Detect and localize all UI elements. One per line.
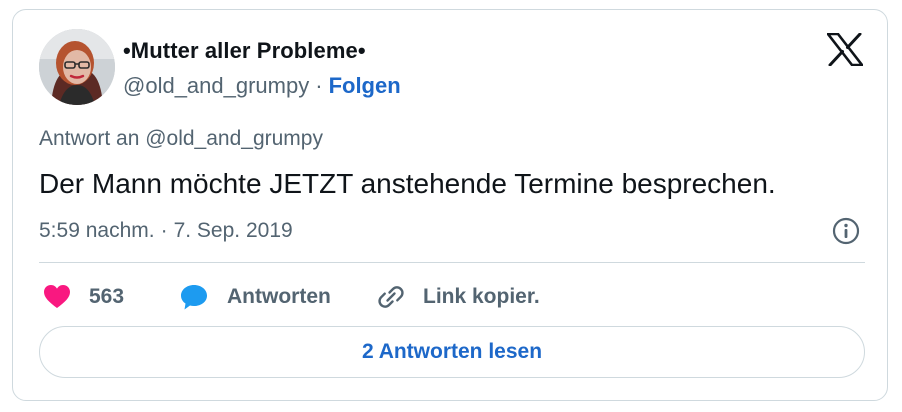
speech-bubble-icon — [179, 283, 209, 311]
tweet-timestamp[interactable]: 5:59 nachm. · 7. Sep. 2019 — [39, 219, 293, 243]
follow-button[interactable]: Folgen — [329, 73, 401, 98]
tweet-date: 7. Sep. 2019 — [173, 219, 293, 242]
tweet-text: Der Mann möchte JETZT anstehende Termine… — [39, 168, 776, 199]
like-button[interactable]: 563 — [43, 280, 124, 314]
read-replies-label: 2 Antworten lesen — [361, 340, 543, 363]
tweet-time: 5:59 nachm. — [39, 219, 155, 242]
link-icon — [377, 283, 405, 311]
copy-link-button[interactable]: Link kopier. — [377, 280, 540, 314]
read-replies-button[interactable]: 2 Antworten lesen — [39, 326, 865, 378]
meta-separator: · — [160, 219, 168, 242]
divider — [39, 262, 865, 263]
info-icon[interactable] — [831, 216, 861, 246]
avatar-image — [39, 29, 115, 105]
heart-icon — [43, 284, 71, 310]
author-handle-row: @old_and_grumpy · Folgen — [123, 73, 401, 99]
avatar[interactable] — [39, 29, 115, 105]
reply-to-label: Antwort an @old_and_grumpy — [39, 127, 323, 150]
author-handle[interactable]: @old_and_grumpy — [123, 73, 309, 98]
copy-link-label: Link kopier. — [423, 285, 540, 308]
reply-label: Antworten — [227, 285, 331, 308]
reply-button[interactable]: Antworten — [179, 280, 331, 314]
x-logo-icon[interactable] — [826, 32, 864, 67]
handle-separator: · — [315, 73, 323, 98]
like-count: 563 — [89, 285, 125, 308]
author-display-name[interactable]: •Mutter aller Probleme• — [123, 38, 366, 64]
tweet-card: •Mutter aller Probleme• @old_and_grumpy ·… — [12, 9, 888, 401]
